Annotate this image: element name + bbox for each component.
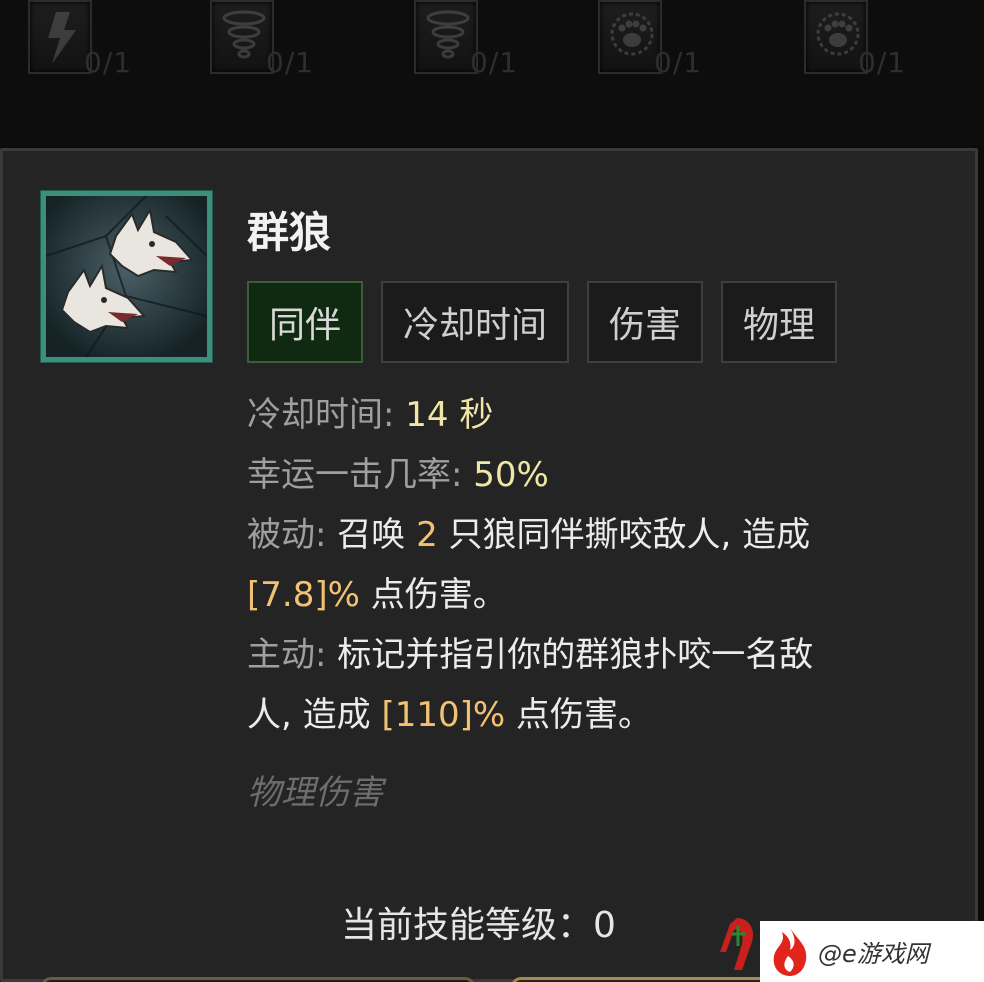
cooldown-label: 冷却时间:	[247, 395, 395, 435]
active-line-2: 人, 造成 [110]% 点伤害。	[247, 687, 652, 736]
passive-damage: [7.8]%	[247, 575, 360, 615]
tornado-icon	[222, 10, 266, 59]
passive-count: 2	[416, 515, 438, 555]
active-line-1: 主动: 标记并指引你的群狼扑咬一名敌	[247, 627, 813, 676]
tornado-icon	[426, 10, 470, 59]
skill-slot-4[interactable]	[598, 0, 662, 74]
skill-tree-strip: 0/1 0/1 0/1 0/1 0/1	[0, 0, 984, 146]
flame-logo-icon	[773, 927, 807, 976]
skill-slot-3[interactable]	[414, 0, 478, 74]
passive-text-3: 点伤害。	[370, 575, 507, 615]
tag-companion: 同伴	[247, 281, 364, 363]
lightning-icon	[48, 12, 76, 64]
active-text-3: 点伤害。	[515, 695, 652, 735]
tag-physical: 物理	[721, 281, 838, 363]
cooldown-value: 14 秒	[405, 395, 494, 435]
active-damage: [110]%	[381, 695, 506, 735]
active-label: 主动:	[247, 635, 327, 675]
skill-slot-1-count: 0/1	[84, 46, 133, 79]
cooldown-line: 冷却时间: 14 秒	[247, 387, 493, 436]
skill-slot-2-count: 0/1	[266, 46, 315, 79]
watermark-mark-icon	[720, 918, 754, 970]
lucky-hit-value: 50%	[473, 455, 549, 495]
passive-text-1: 召唤	[337, 515, 406, 555]
skill-slot-5-count: 0/1	[858, 46, 907, 79]
damage-type: 物理伤害	[247, 773, 383, 813]
passive-text-2: 只狼同伴撕咬敌人, 造成	[448, 515, 811, 555]
skill-slot-3-count: 0/1	[470, 46, 519, 79]
paw-icon	[610, 12, 654, 56]
wolf-pack-icon	[41, 191, 212, 362]
tooltip-button-left[interactable]	[41, 977, 475, 982]
watermark: @e游戏网	[760, 921, 984, 982]
skill-slot-2[interactable]	[210, 0, 274, 74]
paw-icon	[816, 12, 860, 56]
tag-damage: 伤害	[587, 281, 704, 363]
skill-title: 群狼	[247, 208, 332, 257]
active-text-1: 标记并指引你的群狼扑咬一名敌	[337, 635, 814, 675]
skill-tooltip: 群狼 同伴 冷却时间 伤害 物理 冷却时间: 14 秒 幸运一击几率: 50% …	[0, 148, 981, 982]
lucky-hit-label: 幸运一击几率:	[247, 455, 463, 495]
current-skill-level: 当前技能等级：0	[341, 905, 616, 946]
watermark-text: @e游戏网	[818, 940, 929, 968]
tag-cooldown: 冷却时间	[381, 281, 570, 363]
passive-line-1: 被动: 召唤 2 只狼同伴撕咬敌人, 造成	[247, 507, 810, 556]
passive-label: 被动:	[247, 515, 327, 555]
active-text-2: 人, 造成	[247, 695, 371, 735]
passive-line-2: [7.8]% 点伤害。	[247, 567, 507, 616]
skill-slot-4-count: 0/1	[654, 46, 703, 79]
lucky-hit-line: 幸运一击几率: 50%	[247, 447, 549, 496]
skill-slot-1[interactable]	[28, 0, 92, 74]
skill-tags: 同伴 冷却时间 伤害 物理	[247, 281, 838, 363]
